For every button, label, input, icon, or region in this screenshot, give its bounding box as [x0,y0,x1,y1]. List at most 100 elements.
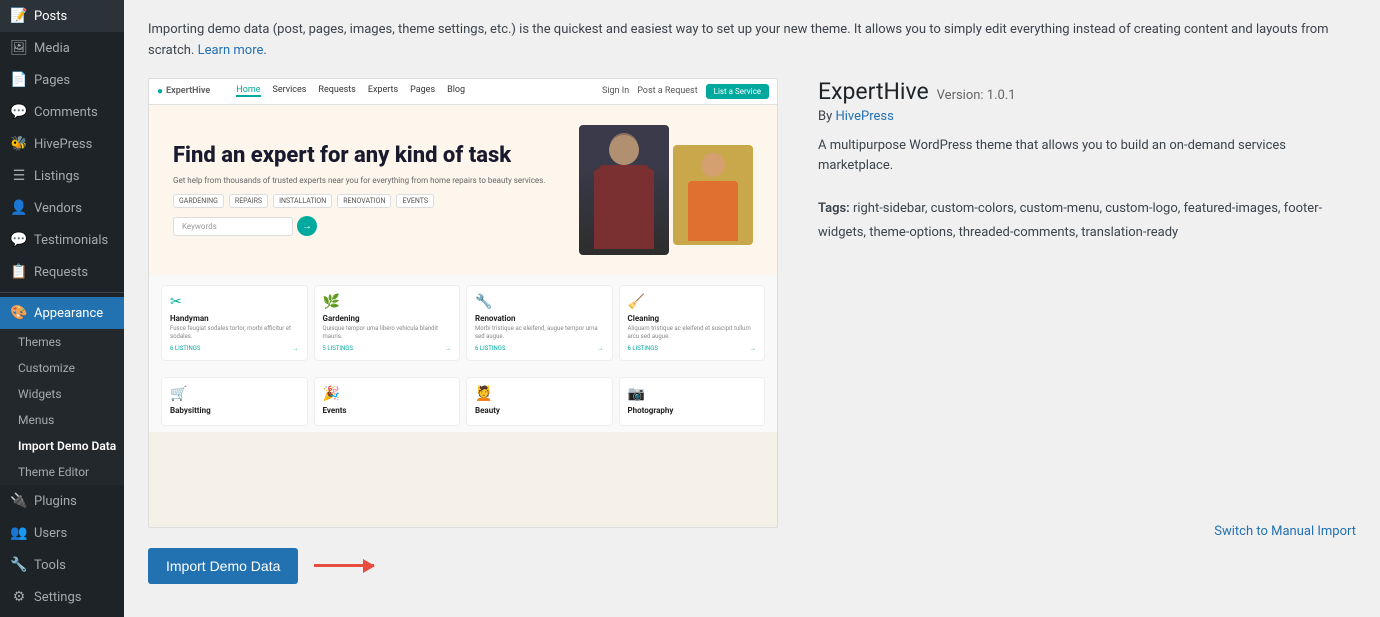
card-3-title: Cleaning [628,314,757,323]
card-1: 🌿 Gardening Quisque tempor uma libero ve… [314,285,461,362]
sidebar-label-posts: Posts [34,9,67,24]
card2-1-icon: 🎉 [323,386,452,402]
sidebar-label-testimonials: Testimonials [34,233,108,248]
card-3-text: Aliquam tristique ac eleifend et suscipi… [628,325,757,342]
card2-2: 💆 Beauty [466,377,613,426]
posts-icon: 📝 [10,8,28,24]
sidebar-item-widgets[interactable]: Widgets [0,381,124,407]
theme-editor-label: Theme Editor [18,465,89,479]
sidebar-item-menus[interactable]: Menus [0,407,124,433]
card2-3-icon: 📷 [628,386,757,402]
sidebar-label-pages: Pages [34,73,70,88]
sidebar-item-comments[interactable]: 💬 Comments [0,96,124,128]
nav-experts: Experts [368,85,398,97]
sidebar-item-listings[interactable]: ☰ Listings [0,160,124,192]
card2-0-title: Babysitting [170,406,299,415]
sidebar-item-import-demo[interactable]: Import Demo Data [0,433,124,459]
hero-title: Find an expert for any kind of task [173,143,569,169]
sidebar-item-media[interactable]: 🖼 Media [0,32,124,64]
card-2-footer: 6 LISTINGS → [475,345,604,352]
card-1-title: Gardening [323,314,452,323]
hero-tags: GARDENING REPAIRS INSTALLATION RENOVATIO… [173,194,569,208]
card-0-footer: 6 LISTINGS → [170,345,299,352]
content-area: ● ExpertHive Home Services Requests Expe… [148,78,1356,584]
sidebar-label-requests: Requests [34,265,88,280]
users-icon: 👥 [10,525,28,541]
preview-column: ● ExpertHive Home Services Requests Expe… [148,78,788,584]
hero-tag-3: RENOVATION [337,194,391,208]
preview-cards-row2: 🛒 Babysitting 🎉 Events 💆 Beauty 📷 Photog… [149,371,777,432]
card-2: 🔧 Renovation Morbi tristique ac eleifend… [466,285,613,362]
hero-tag-0: GARDENING [173,194,224,208]
card-0-text: Fusce feugiat sodales tortor, morbi effi… [170,325,299,342]
intro-body: Importing demo data (post, pages, images… [148,22,1329,58]
learn-more-link[interactable]: Learn more [198,43,264,58]
preview-cards-row1: ✂ Handyman Fusce feugiat sodales tortor,… [149,275,777,372]
sidebar-item-testimonials[interactable]: 💬 Testimonials [0,224,124,256]
nav-requests: Requests [318,85,355,97]
card2-3-title: Photography [628,406,757,415]
vendors-icon: 👤 [10,200,28,216]
hero-images [579,125,753,255]
theme-by: By HivePress [818,109,1356,124]
main-content: Importing demo data (post, pages, images… [124,0,1380,617]
card-1-footer: 5 LISTINGS → [323,345,452,352]
hero-text: Find an expert for any kind of task Get … [173,143,569,237]
appearance-submenu: Themes Customize Widgets Menus Import De… [0,329,124,485]
card2-1-title: Events [323,406,452,415]
nav-pages: Pages [410,85,435,97]
list-service-btn: List a Service [706,84,769,99]
sidebar-item-plugins[interactable]: 🔌 Plugins [0,485,124,517]
import-demo-button[interactable]: Import Demo Data [148,548,298,584]
appearance-icon: 🎨 [10,305,28,321]
sidebar-item-users[interactable]: 👥 Users [0,517,124,549]
theme-name: ExpertHive Version: 1.0.1 [818,78,1356,105]
sidebar-item-collapse[interactable]: ◀ Collapse menu [0,613,124,617]
nav-blog: Blog [447,85,465,97]
sidebar-item-appearance[interactable]: 🎨 Appearance [0,297,124,329]
sidebar-label-vendors: Vendors [34,201,82,216]
sidebar-item-tools[interactable]: 🔧 Tools [0,549,124,581]
card2-0-icon: 🛒 [170,386,299,402]
theme-description: A multipurpose WordPress theme that allo… [818,136,1356,178]
switch-manual-link[interactable]: Switch to Manual Import [1214,524,1356,539]
author-link[interactable]: HivePress [836,109,894,124]
card-1-text: Quisque tempor uma libero vehicula bland… [323,325,452,342]
menus-label: Menus [18,413,54,427]
card-2-icon: 🔧 [475,294,604,310]
sidebar-label-users: Users [34,526,67,541]
hero-tag-1: REPAIRS [229,194,268,208]
card-1-icon: 🌿 [323,294,452,310]
card2-0: 🛒 Babysitting [161,377,308,426]
intro-text: Importing demo data (post, pages, images… [148,20,1356,62]
theme-version: Version: 1.0.1 [937,88,1016,103]
preview-chrome: ● ExpertHive Home Services Requests Expe… [149,79,777,105]
media-icon: 🖼 [10,40,28,56]
sidebar-label-plugins: Plugins [34,494,77,509]
sidebar-item-settings[interactable]: ⚙ Settings [0,581,124,613]
sidebar-item-pages[interactable]: 📄 Pages [0,64,124,96]
preview-hero: Find an expert for any kind of task Get … [149,105,777,275]
sidebar: 📝 Posts 🖼 Media 📄 Pages 💬 Comments 🐝 Hiv… [0,0,124,617]
sidebar-item-requests[interactable]: 📋 Requests [0,256,124,288]
card-2-title: Renovation [475,314,604,323]
sidebar-item-posts[interactable]: 📝 Posts [0,0,124,32]
post-request-text: Post a Request [637,86,697,96]
sidebar-item-theme-editor[interactable]: Theme Editor [0,459,124,485]
hivepress-icon: 🐝 [10,136,28,152]
card2-3: 📷 Photography [619,377,766,426]
hero-search-box: Keywords [173,217,293,236]
hero-tag-2: INSTALLATION [273,194,332,208]
listings-icon: ☰ [10,168,28,184]
theme-tags: Tags: right-sidebar, custom-colors, cust… [818,197,1356,244]
import-demo-label: Import Demo Data [18,439,116,453]
customize-label: Customize [18,361,75,375]
sidebar-item-themes[interactable]: Themes [0,329,124,355]
sidebar-item-customize[interactable]: Customize [0,355,124,381]
sidebar-item-vendors[interactable]: 👤 Vendors [0,192,124,224]
theme-info-column: ExpertHive Version: 1.0.1 By HivePress A… [818,78,1356,539]
card-3-icon: 🧹 [628,294,757,310]
arrow-indicator [314,564,374,567]
sidebar-item-hivepress[interactable]: 🐝 HivePress [0,128,124,160]
card2-2-icon: 💆 [475,386,604,402]
